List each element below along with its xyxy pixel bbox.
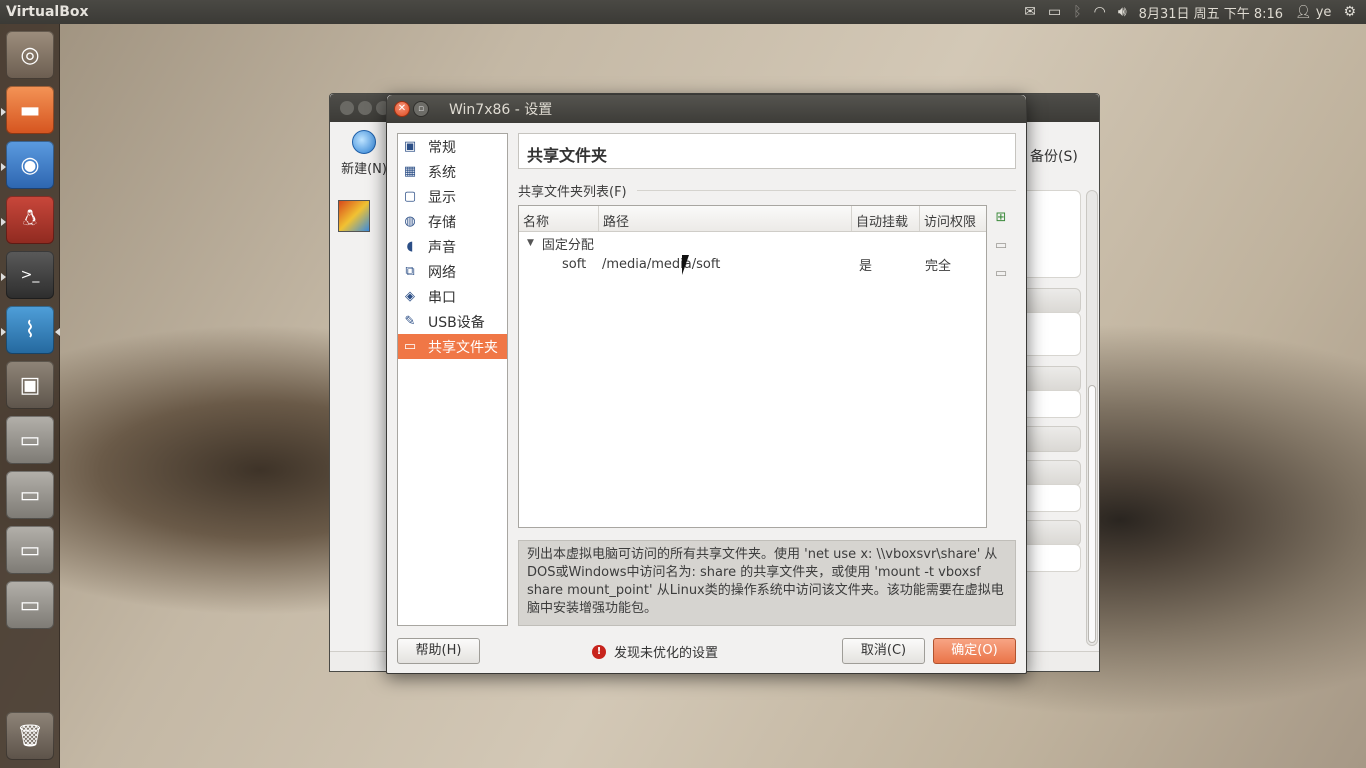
close-icon[interactable] [340,101,354,115]
folder-auto-mount: 是 [859,259,873,274]
system-tray: ✉ ▭ ᛒ ◠ 🔊︎ 8月31日 周五 下午 8:16 👤︎ ye ⚙ [1024,3,1366,22]
workspace-switcher-icon[interactable]: ▣ [6,361,54,409]
new-vm-icon [352,130,376,154]
remove-folder-icon[interactable]: ▭ [992,265,1010,283]
drive-icon[interactable]: ▭ [6,526,54,574]
monitor-icon: ▣ [403,138,417,154]
expand-triangle-icon[interactable]: ▼ [527,238,534,248]
nav-system[interactable]: ▦ 系统 [398,159,507,184]
edit-folder-icon[interactable]: ▭ [992,237,1010,255]
windows7-vm-icon[interactable] [338,200,370,232]
drive-icon[interactable]: ▭ [6,416,54,464]
clock[interactable]: 8月31日 周五 下午 8:16 [1139,3,1283,22]
restore-icon[interactable]: ▫ [413,101,429,117]
new-button[interactable]: 新建(N) [336,130,392,177]
drive-icon[interactable]: ▭ [6,471,54,519]
usb-icon: ✎ [404,313,416,329]
folder-actions: ⊞ ▭ ▭ [992,209,1014,293]
dialog-title: Win7x86 - 设置 [449,102,553,118]
help-button[interactable]: 帮助(H) [397,638,480,664]
nav-network[interactable]: ⧉ 网络 [398,259,507,284]
battery-icon[interactable]: ▭ [1048,4,1061,20]
user-menu[interactable]: 👤︎ ye [1295,5,1331,20]
table-row[interactable]: soft /media/media/soft 是 完全 [519,254,986,275]
minimize-icon[interactable] [358,101,372,115]
column-name[interactable]: 名称 [519,206,599,231]
nav-general[interactable]: ▣ 常规 [398,134,507,159]
column-auto-mount[interactable]: 自动挂载 [852,206,920,231]
nav-storage[interactable]: ◍ 存储 [398,209,507,234]
wifi-icon[interactable]: ◠ [1094,4,1106,20]
settings-nav: ▣ 常规 ▦ 系统 ▢ 显示 ◍ 存储 ◖ 声音 ⧉ 网络 ◈ 串口 ✎ USB设备 ▭ 共享文件… [397,133,508,626]
cancel-button[interactable]: 取消(C) [842,638,925,664]
chromium-icon[interactable]: ◉ [6,141,54,189]
storage-icon: ◍ [404,213,416,229]
settings-dialog: ✕ ▫ Win7x86 - 设置 ▣ 常规 ▦ 系统 ▢ 显示 ◍ 存储 ◖ 声音 ⧉ 网络… [386,94,1027,674]
nav-audio[interactable]: ◖ 声音 [398,234,507,259]
display-icon: ▢ [403,188,417,204]
shared-folders-list-label: 共享文件夹列表(F) [518,181,1016,200]
nav-usb[interactable]: ✎ USB设备 [398,309,507,334]
add-folder-icon[interactable]: ⊞ [992,209,1010,227]
app-name: VirtualBox [6,4,89,20]
files-icon[interactable]: ▬ [6,86,54,134]
dash-icon[interactable]: ◎ [6,31,54,79]
nav-shared-folders[interactable]: ▭ 共享文件夹 [398,334,507,359]
chip-icon: ▦ [403,163,417,179]
close-icon[interactable]: ✕ [394,101,410,117]
nav-display[interactable]: ▢ 显示 [398,184,507,209]
mail-icon[interactable]: ✉ [1024,4,1036,20]
launcher: ◎ ▬ ◉ 🐧︎ >_ ⌇ ▣ ▭ ▭ ▭ ▭ 🗑︎ [0,24,60,768]
volume-icon[interactable]: 🔊︎ [1118,4,1127,20]
group-row[interactable]: ▼ 固定分配 [519,232,986,254]
speaker-icon: ◖ [406,238,414,254]
nav-serial[interactable]: ◈ 串口 [398,284,507,309]
top-panel: VirtualBox ✉ ▭ ᛒ ◠ 🔊︎ 8月31日 周五 下午 8:16 👤… [0,0,1366,24]
warning-icon: ! [592,644,606,659]
drive-icon[interactable]: ▭ [6,581,54,629]
user-icon: 👤︎ [1295,4,1312,20]
warning-message[interactable]: ! 发现未优化的设置 [592,642,718,661]
ok-button[interactable]: 确定(O) [933,638,1016,664]
tree-header: 名称 路径 自动挂载 访问权限 [519,206,986,232]
details-scrollbar[interactable] [1086,190,1098,646]
qq-icon[interactable]: 🐧︎ [6,196,54,244]
folder-icon: ▭ [403,338,417,354]
serial-icon: ◈ [405,288,415,304]
backup-button[interactable]: 备份(S) [1030,146,1078,166]
column-access[interactable]: 访问权限 [920,206,986,231]
network-icon: ⧉ [405,263,415,279]
column-path[interactable]: 路径 [599,206,852,231]
folder-access: 完全 [925,259,952,274]
shared-folders-tree[interactable]: 名称 路径 自动挂载 访问权限 ▼ 固定分配 soft /media/media… [518,205,987,528]
system-monitor-icon[interactable]: ⌇ [6,306,54,354]
dialog-titlebar: ✕ ▫ Win7x86 - 设置 [387,95,1026,123]
section-title: 共享文件夹 [518,133,1016,169]
trash-icon[interactable]: 🗑︎ [6,712,54,760]
info-text: 列出本虚拟电脑可访问的所有共享文件夹。使用 'net use x: \\vbox… [518,540,1016,626]
bluetooth-icon[interactable]: ᛒ [1073,4,1081,20]
terminal-icon[interactable]: >_ [6,251,54,299]
mouse-cursor-icon [682,255,696,275]
folder-name: soft [562,257,587,272]
folder-path: /media/media/soft [602,257,721,272]
gear-icon[interactable]: ⚙ [1343,4,1356,20]
